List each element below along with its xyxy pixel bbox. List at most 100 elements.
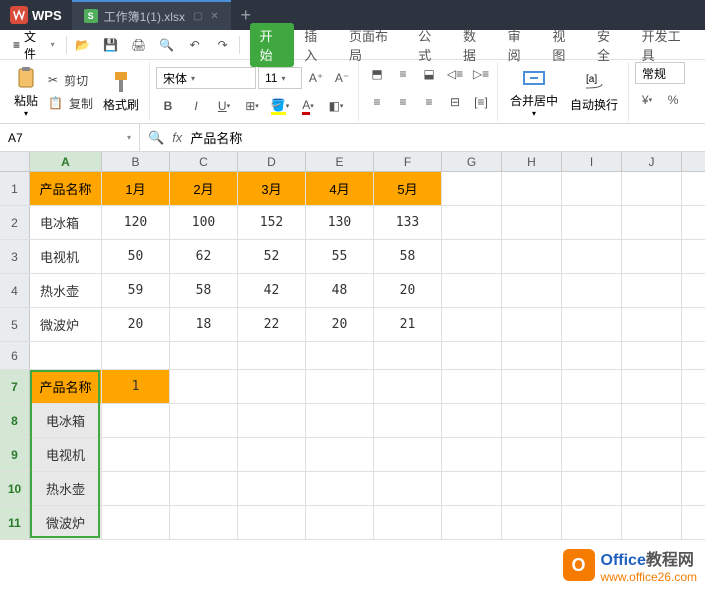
cell-A1[interactable]: 产品名称 (30, 172, 102, 205)
cell-B3[interactable]: 50 (102, 240, 170, 273)
cell-D9[interactable] (238, 438, 306, 471)
row-header-1[interactable]: 1 (0, 172, 30, 205)
cell-G10[interactable] (442, 472, 502, 505)
redo-button[interactable]: ↷ (209, 33, 237, 57)
cell-B10[interactable] (102, 472, 170, 505)
cell-D5[interactable]: 22 (238, 308, 306, 341)
cell-B2[interactable]: 120 (102, 206, 170, 239)
print-button[interactable]: 🖨 (125, 33, 153, 57)
cell-E4[interactable]: 48 (306, 274, 374, 307)
cell-J2[interactable] (622, 206, 682, 239)
cell-H4[interactable] (502, 274, 562, 307)
cell-I9[interactable] (562, 438, 622, 471)
cell-D6[interactable] (238, 342, 306, 369)
cell-F10[interactable] (374, 472, 442, 505)
cell-H3[interactable] (502, 240, 562, 273)
cell-E7[interactable] (306, 370, 374, 403)
cell-C3[interactable]: 62 (170, 240, 238, 273)
row-header-10[interactable]: 10 (0, 472, 30, 505)
cell-H8[interactable] (502, 404, 562, 437)
column-header-J[interactable]: J (622, 152, 682, 171)
fx-icon[interactable]: fx (172, 130, 182, 145)
cell-I4[interactable] (562, 274, 622, 307)
cell-C7[interactable] (170, 370, 238, 403)
cell-H5[interactable] (502, 308, 562, 341)
cell-A10[interactable]: 热水壶 (30, 472, 102, 505)
cell-J10[interactable] (622, 472, 682, 505)
paste-button[interactable]: 粘贴▾ (8, 62, 44, 121)
cell-J6[interactable] (622, 342, 682, 369)
merge-center-button[interactable]: 合并居中▾ (504, 62, 564, 121)
ribbon-tab-home[interactable]: 开始 (250, 23, 295, 67)
undo-button[interactable]: ↶ (181, 33, 209, 57)
cell-B4[interactable]: 59 (102, 274, 170, 307)
cell-E3[interactable]: 55 (306, 240, 374, 273)
cell-D2[interactable]: 152 (238, 206, 306, 239)
column-header-H[interactable]: H (502, 152, 562, 171)
cell-H10[interactable] (502, 472, 562, 505)
save-button[interactable]: 💾 (97, 33, 125, 57)
cell-F6[interactable] (374, 342, 442, 369)
cell-B1[interactable]: 1月 (102, 172, 170, 205)
cell-A7[interactable]: 产品名称 (30, 370, 102, 403)
row-header-7[interactable]: 7 (0, 370, 30, 403)
increase-font-button[interactable]: A⁺ (304, 66, 328, 90)
cell-H1[interactable] (502, 172, 562, 205)
cell-I7[interactable] (562, 370, 622, 403)
decrease-indent-button[interactable]: ◁≡ (443, 62, 467, 86)
cell-J11[interactable] (622, 506, 682, 539)
cell-C4[interactable]: 58 (170, 274, 238, 307)
cell-D11[interactable] (238, 506, 306, 539)
cell-F3[interactable]: 58 (374, 240, 442, 273)
copy-button[interactable]: 📋复制 (44, 93, 97, 114)
orientation-button[interactable]: [≡] (469, 90, 493, 114)
cell-D10[interactable] (238, 472, 306, 505)
align-right-button[interactable]: ≡ (417, 90, 441, 114)
row-header-2[interactable]: 2 (0, 206, 30, 239)
cell-I6[interactable] (562, 342, 622, 369)
cell-B9[interactable] (102, 438, 170, 471)
fill-color-button[interactable]: 🪣▾ (268, 94, 292, 118)
cell-J9[interactable] (622, 438, 682, 471)
align-left-button[interactable]: ≡ (365, 90, 389, 114)
column-header-E[interactable]: E (306, 152, 374, 171)
cell-D8[interactable] (238, 404, 306, 437)
cell-B11[interactable] (102, 506, 170, 539)
cell-F2[interactable]: 133 (374, 206, 442, 239)
cell-I11[interactable] (562, 506, 622, 539)
cell-F7[interactable] (374, 370, 442, 403)
font-color-button[interactable]: A▾ (296, 94, 320, 118)
print-preview-button[interactable]: 🔍 (153, 33, 181, 57)
cell-G7[interactable] (442, 370, 502, 403)
align-top-button[interactable]: ⬒ (365, 62, 389, 86)
cell-G2[interactable] (442, 206, 502, 239)
cell-E2[interactable]: 130 (306, 206, 374, 239)
column-header-B[interactable]: B (102, 152, 170, 171)
cell-D7[interactable] (238, 370, 306, 403)
cell-B6[interactable] (102, 342, 170, 369)
number-format-dropdown[interactable]: 常规 (635, 62, 685, 84)
cell-A5[interactable]: 微波炉 (30, 308, 102, 341)
cell-A6[interactable] (30, 342, 102, 369)
column-header-G[interactable]: G (442, 152, 502, 171)
cell-I3[interactable] (562, 240, 622, 273)
cell-B5[interactable]: 20 (102, 308, 170, 341)
align-bottom-button[interactable]: ⬓ (417, 62, 441, 86)
grid-body[interactable]: 1产品名称1月2月3月4月5月2电冰箱1201001521301333电视机50… (0, 172, 705, 540)
cell-J8[interactable] (622, 404, 682, 437)
formula-content[interactable]: 产品名称 (190, 128, 242, 147)
cell-E8[interactable] (306, 404, 374, 437)
cell-C9[interactable] (170, 438, 238, 471)
wrap-text-button[interactable]: [a] 自动换行 (564, 62, 624, 121)
column-header-C[interactable]: C (170, 152, 238, 171)
cell-C2[interactable]: 100 (170, 206, 238, 239)
row-header-8[interactable]: 8 (0, 404, 30, 437)
align-center-button[interactable]: ≡ (391, 90, 415, 114)
cell-F1[interactable]: 5月 (374, 172, 442, 205)
select-all-corner[interactable] (0, 152, 30, 171)
cell-I8[interactable] (562, 404, 622, 437)
cell-F11[interactable] (374, 506, 442, 539)
cell-E1[interactable]: 4月 (306, 172, 374, 205)
cell-B8[interactable] (102, 404, 170, 437)
cell-C5[interactable]: 18 (170, 308, 238, 341)
